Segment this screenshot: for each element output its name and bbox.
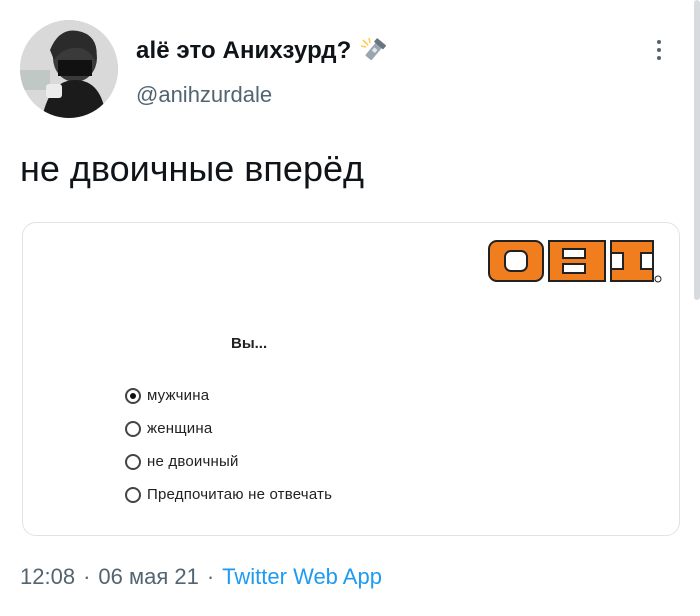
flashlight-icon — [361, 37, 387, 61]
option-female[interactable]: женщина — [125, 412, 332, 445]
separator: · — [206, 564, 215, 589]
radio-checked-icon[interactable] — [125, 387, 141, 404]
media-card[interactable]: Вы... мужчина женщина не двоичный Предпо… — [22, 222, 680, 536]
display-name[interactable]: alё это Анихзурд? — [136, 37, 351, 65]
avatar-image — [20, 20, 118, 118]
option-male[interactable]: мужчина — [125, 379, 332, 412]
gender-radio-group: мужчина женщина не двоичный Предпочитаю … — [125, 379, 332, 511]
obi-logo — [488, 240, 662, 283]
option-prefer-not[interactable]: Предпочитаю не отвечать — [125, 478, 332, 511]
separator: · — [83, 564, 91, 589]
display-name-row: alё это Анихзурд? — [136, 36, 389, 66]
option-label: Предпочитаю не отвечать — [147, 486, 333, 503]
question-label: Вы... — [231, 335, 268, 352]
tweet-text: не двоичные вперёд — [20, 148, 364, 189]
tweet-meta: 12:08 · 06 мая 21 · Twitter Web App — [20, 564, 382, 590]
handle[interactable]: @anihzurdale — [136, 82, 272, 108]
option-label: мужчина — [147, 387, 210, 404]
radio-unchecked-icon[interactable] — [125, 453, 141, 470]
tweet-time[interactable]: 12:08 — [20, 564, 75, 589]
radio-unchecked-icon[interactable] — [125, 420, 141, 437]
more-options-icon[interactable] — [654, 36, 664, 66]
option-label: женщина — [147, 420, 213, 437]
radio-unchecked-icon[interactable] — [125, 486, 141, 503]
source-app-link[interactable]: Twitter Web App — [222, 564, 382, 589]
option-non-binary[interactable]: не двоичный — [125, 445, 332, 478]
tweet-date[interactable]: 06 мая 21 — [98, 564, 198, 589]
page-scrollbar[interactable] — [694, 0, 700, 300]
tweet-header: alё это Анихзурд? @anihzurdale — [20, 20, 680, 120]
avatar[interactable] — [20, 20, 118, 118]
option-label: не двоичный — [147, 453, 239, 470]
